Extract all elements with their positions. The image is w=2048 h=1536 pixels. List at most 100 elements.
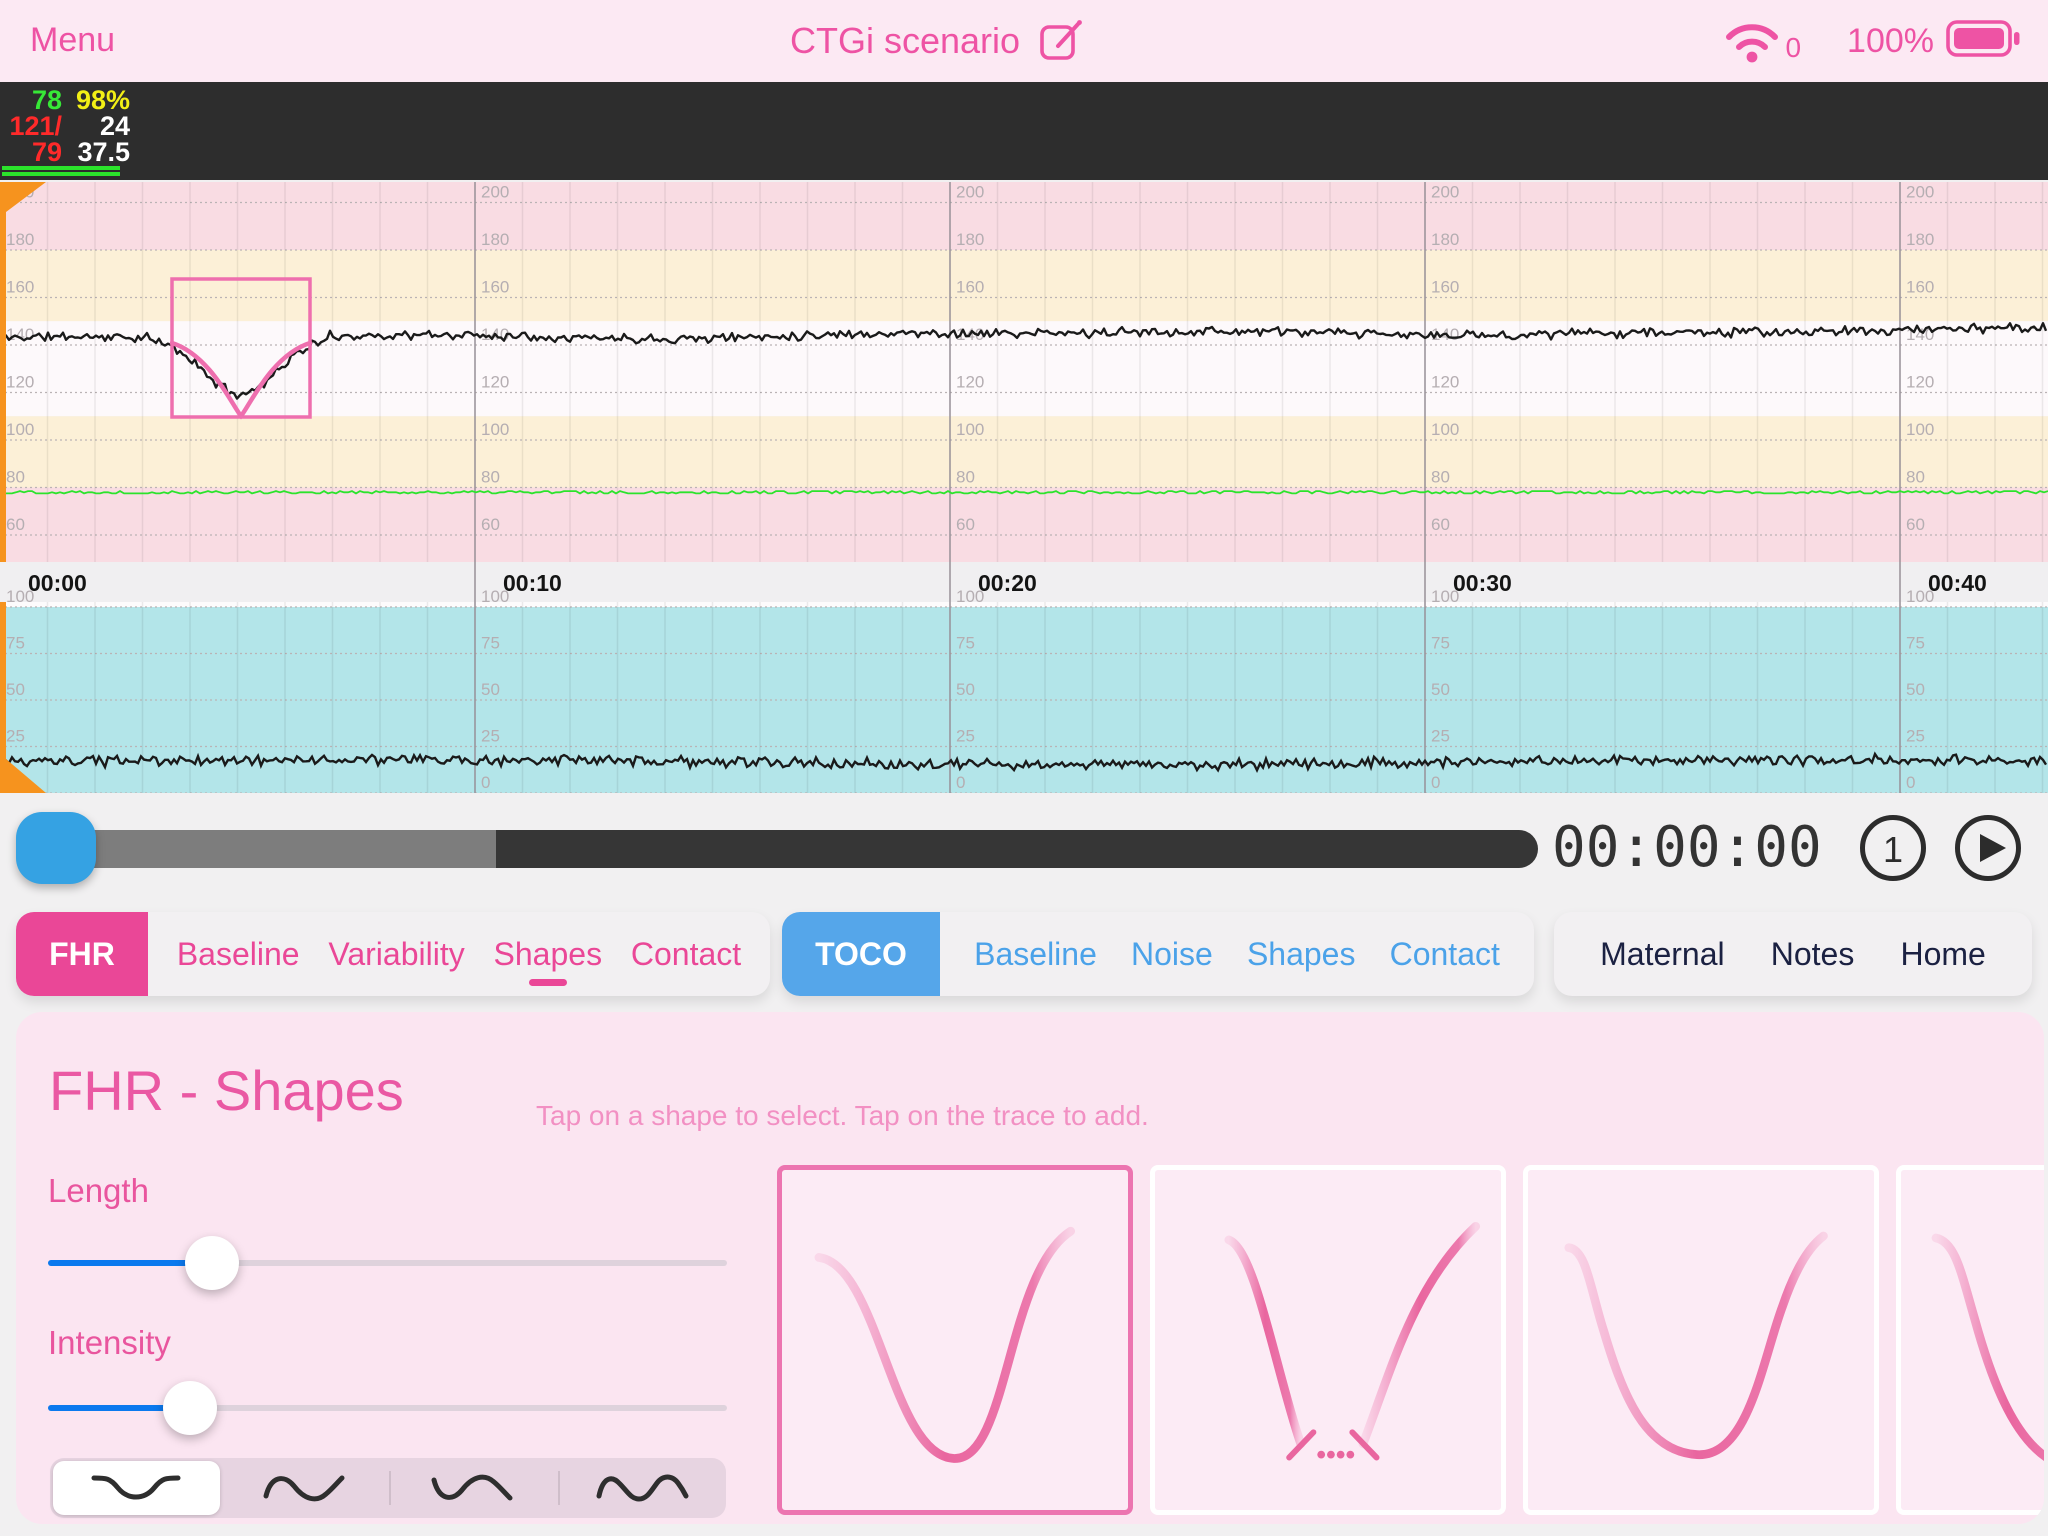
toco-axis-label: 0: [481, 773, 490, 792]
toco-tab-items: Baseline Noise Shapes Contact: [940, 912, 1534, 996]
bp-diastolic-value: 79: [0, 139, 62, 165]
toco-axis-label: 25: [1431, 727, 1450, 746]
fhr-axis-label: 180: [481, 230, 509, 249]
toco-axis-label: 25: [481, 727, 500, 746]
vitals-row: 7898%: [0, 87, 132, 113]
toco-axis-label: 75: [481, 634, 500, 653]
toco-tab-contact[interactable]: Contact: [1390, 936, 1500, 973]
time-label: 00:00: [28, 570, 87, 596]
timeline-thumb[interactable]: [16, 812, 96, 884]
fhr-tab-contact[interactable]: Contact: [631, 936, 741, 973]
fhr-axis-label: 100: [1906, 420, 1934, 439]
deceleration-signal-loss-curve: [1155, 1170, 1501, 1510]
temperature-value: 37.5: [62, 139, 130, 165]
fhr-tab-shapes[interactable]: Shapes: [494, 936, 603, 973]
fhr-axis-label: 160: [1906, 278, 1934, 297]
fhr-axis-label: 120: [6, 373, 34, 392]
fhr-axis-label: 100: [1431, 420, 1459, 439]
fhr-axis-label: 80: [956, 468, 975, 487]
vitals-row: 7937.5: [0, 139, 132, 165]
fhr-axis-label: 180: [956, 230, 984, 249]
toco-axis-label: 0: [1431, 773, 1440, 792]
fhr-axis-label: 200: [481, 183, 509, 202]
toco-axis-label: 0: [956, 773, 965, 792]
play-icon: [1954, 814, 2022, 882]
toco-axis-label: 25: [956, 727, 975, 746]
fhr-axis-label: 120: [481, 373, 509, 392]
fhr-axis-label: 100: [481, 420, 509, 439]
fhr-axis-label: 200: [956, 183, 984, 202]
toco-axis-label: 25: [1906, 727, 1925, 746]
shouldered-deceleration-curve: [1528, 1170, 1874, 1510]
toco-tab-baseline[interactable]: Baseline: [974, 936, 1097, 973]
status-indicators: 0 100%: [1721, 0, 2022, 82]
shape-card-smooth-deceleration[interactable]: [777, 1165, 1133, 1515]
nav-tab-maternal[interactable]: Maternal: [1600, 936, 1725, 973]
fhr-axis-label: 80: [1906, 468, 1925, 487]
fhr-axis-label: 60: [6, 515, 25, 534]
toco-axis-label: 0: [1906, 773, 1915, 792]
elapsed-time-display: 00:00:00: [1552, 812, 1822, 884]
active-subtab-underline: [529, 979, 567, 986]
time-label: 00:20: [978, 570, 1037, 596]
toco-axis-label: 75: [1431, 634, 1450, 653]
toco-axis-label: 50: [1431, 680, 1450, 699]
wifi-device-count: 0: [1785, 32, 1801, 64]
play-button[interactable]: [1954, 814, 2022, 882]
spo2-value: 98%: [62, 87, 130, 113]
battery-percent: 100%: [1847, 22, 1934, 61]
fhr-tab-variability[interactable]: Variability: [328, 936, 464, 973]
toco-axis-label: 50: [1906, 680, 1925, 699]
time-label: 00:30: [1453, 570, 1512, 596]
nav-tab-notes[interactable]: Notes: [1771, 936, 1855, 973]
fhr-axis-label: 160: [481, 278, 509, 297]
compose-edit-icon[interactable]: [1038, 16, 1084, 67]
vitals-strip: 7898% 121/24 7937.5: [0, 82, 2048, 180]
ctg-simulator-screen: Menu CTGi scenario 0 100%: [0, 0, 2048, 1536]
toco-axis-label: 75: [956, 634, 975, 653]
shape-card-deceleration-signal-loss[interactable]: [1150, 1165, 1506, 1515]
toco-axis-label: 75: [6, 634, 25, 653]
toco-axis-label: 75: [1906, 634, 1925, 653]
status-bar: Menu CTGi scenario 0 100%: [0, 0, 2048, 82]
fhr-axis-label: 120: [1431, 373, 1459, 392]
speed-button[interactable]: 1: [1859, 814, 1927, 882]
shape-card-shouldered-deceleration[interactable]: [1523, 1165, 1879, 1515]
fhr-axis-label: 120: [956, 373, 984, 392]
shape-card-row: [16, 1012, 2044, 1524]
toco-axis-label: 50: [956, 680, 975, 699]
toco-tab-selected[interactable]: TOCO: [782, 912, 940, 996]
fhr-axis-label: 60: [481, 515, 500, 534]
fhr-axis-label: 60: [1906, 515, 1925, 534]
ctg-chart[interactable]: 2001801601401201008060100755025000:00200…: [0, 180, 2048, 793]
fhr-axis-label: 200: [1431, 183, 1459, 202]
fhr-axis-label: 180: [1431, 230, 1459, 249]
nav-tab-home[interactable]: Home: [1900, 936, 1985, 973]
menu-button[interactable]: Menu: [30, 21, 115, 60]
fhr-axis-label: 60: [956, 515, 975, 534]
fhr-axis-label: 80: [6, 468, 25, 487]
scenario-title-group[interactable]: CTGi scenario: [790, 0, 1084, 82]
toco-tab-group: TOCO Baseline Noise Shapes Contact: [782, 912, 1534, 996]
toco-axis-label: 50: [6, 680, 25, 699]
toco-axis-label: 25: [6, 727, 25, 746]
nav-tab-items: Maternal Notes Home: [1554, 912, 2032, 996]
nav-tab-group: Maternal Notes Home: [1554, 912, 2032, 996]
toco-tab-noise[interactable]: Noise: [1131, 936, 1213, 973]
fhr-tab-selected[interactable]: FHR: [16, 912, 148, 996]
fhr-axis-label: 200: [1906, 183, 1934, 202]
fhr-shapes-panel: FHR - Shapes Tap on a shape to select. T…: [16, 1012, 2044, 1524]
smooth-deceleration-curve: [782, 1170, 1128, 1510]
steep-deceleration-curve: [1901, 1170, 2044, 1510]
toco-tab-shapes[interactable]: Shapes: [1247, 936, 1356, 973]
fhr-tab-baseline[interactable]: Baseline: [177, 936, 300, 973]
fhr-axis-label: 100: [956, 420, 984, 439]
fhr-axis-label: 160: [1431, 278, 1459, 297]
fhr-tab-group: FHR Baseline Variability Shapes Contact: [16, 912, 770, 996]
fhr-axis-label: 120: [1906, 373, 1934, 392]
fhr-tab-items: Baseline Variability Shapes Contact: [148, 912, 770, 996]
vitals-row: 121/24: [0, 113, 132, 139]
shape-card-steep-deceleration[interactable]: [1896, 1165, 2044, 1515]
maternal-pulse-value: 78: [0, 87, 62, 113]
fhr-axis-label: 80: [481, 468, 500, 487]
